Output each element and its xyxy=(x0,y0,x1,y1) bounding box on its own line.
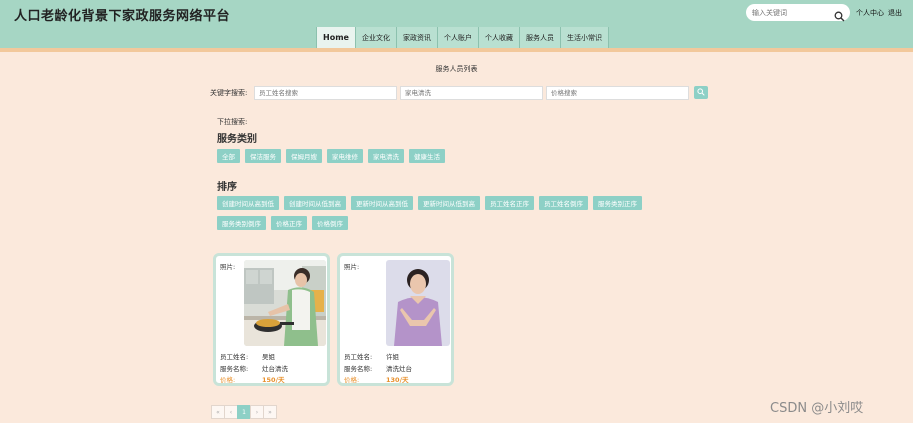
service-search-input[interactable] xyxy=(400,86,543,100)
category-healthy-living-button[interactable]: 健康生活 xyxy=(409,149,445,163)
sort-price-asc-button[interactable]: 价格正序 xyxy=(271,216,307,230)
sort-name-asc-button[interactable]: 员工姓名正序 xyxy=(485,196,534,210)
price-row: 价格: 150/天 xyxy=(220,374,284,384)
category-filter-group: 全部 保洁服务 保姆月嫂 家电维修 家电清洗 健康生活 xyxy=(217,149,477,163)
sort-updated-desc-button[interactable]: 更新时间从高到低 xyxy=(351,196,413,210)
photo-label: 照片: xyxy=(220,263,236,271)
nav-service-staff[interactable]: 服务人员 xyxy=(518,27,560,48)
category-cleaning-button[interactable]: 保洁服务 xyxy=(245,149,281,163)
nav-favorites[interactable]: 个人收藏 xyxy=(477,27,519,48)
header-search-box xyxy=(746,4,850,22)
search-icon[interactable] xyxy=(834,7,845,22)
service-name-value: 灶台清洗 xyxy=(262,365,288,373)
service-name-row: 服务名称: 清洗灶台 xyxy=(344,363,412,373)
sort-option-group: 创建时间从高到低 创建时间从低到高 更新时间从高到低 更新时间从低到高 员工姓名… xyxy=(217,196,677,230)
staff-name-value: 吴姐 xyxy=(262,353,275,361)
keyword-search-button[interactable] xyxy=(694,86,708,99)
pagination: « ‹ 1 › » xyxy=(211,405,277,419)
staff-name-row: 员工姓名: 许姐 xyxy=(344,351,399,361)
category-all-button[interactable]: 全部 xyxy=(217,149,240,163)
next-page-button[interactable]: › xyxy=(250,405,264,419)
staff-photo[interactable] xyxy=(386,260,450,346)
staff-name-label: 员工姓名: xyxy=(344,353,373,361)
page-title: 服务人员列表 xyxy=(435,65,478,73)
last-page-button[interactable]: » xyxy=(263,405,277,419)
photo-label: 照片: xyxy=(344,263,360,271)
sort-heading: 排序 xyxy=(217,182,237,193)
category-appliance-repair-button[interactable]: 家电维修 xyxy=(327,149,363,163)
service-name-row: 服务名称: 灶台清洗 xyxy=(220,363,288,373)
price-value: 130/天 xyxy=(386,376,409,384)
staff-name-value: 许姐 xyxy=(386,353,399,361)
price-value: 150/天 xyxy=(262,376,285,384)
sort-created-desc-button[interactable]: 创建时间从高到低 xyxy=(217,196,279,210)
nav-personal-account[interactable]: 个人账户 xyxy=(436,27,478,48)
staff-name-search-input[interactable] xyxy=(254,86,397,100)
price-row: 价格: 130/天 xyxy=(344,374,408,384)
main-nav: Home 企业文化 家政资讯 个人账户 个人收藏 服务人员 生活小常识 xyxy=(316,27,609,48)
header-bar: 人口老龄化背景下家政服务网络平台 个人中心 退出 Home 企业文化 家政资讯 … xyxy=(0,0,913,48)
sort-updated-asc-button[interactable]: 更新时间从低到高 xyxy=(418,196,480,210)
service-name-value: 清洗灶台 xyxy=(386,365,412,373)
sort-category-asc-button[interactable]: 服务类别正序 xyxy=(593,196,642,210)
category-nanny-button[interactable]: 保姆月嫂 xyxy=(286,149,322,163)
staff-name-label: 员工姓名: xyxy=(220,353,249,361)
price-search-input[interactable] xyxy=(546,86,689,100)
nav-home[interactable]: Home xyxy=(316,27,355,48)
current-page-button[interactable]: 1 xyxy=(237,405,251,419)
nav-housekeeping-news[interactable]: 家政资讯 xyxy=(395,27,437,48)
staff-card[interactable]: 照片: 员工姓名: 吴姐 服务名称: 灶台清洗 价格: 150/天 xyxy=(213,253,330,386)
header-divider-stripe xyxy=(0,48,913,52)
sort-created-asc-button[interactable]: 创建时间从低到高 xyxy=(284,196,346,210)
service-category-heading: 服务类别 xyxy=(217,134,257,145)
price-label: 价格: xyxy=(220,376,236,384)
nav-life-tips[interactable]: 生活小常识 xyxy=(559,27,609,48)
service-name-label: 服务名称: xyxy=(344,365,373,373)
sort-category-desc-button[interactable]: 服务类别倒序 xyxy=(217,216,266,230)
csdn-watermark: CSDN @小刘哎 xyxy=(770,401,864,416)
service-name-label: 服务名称: xyxy=(220,365,249,373)
keyword-search-label: 关键字搜索: xyxy=(210,89,248,97)
user-center-link[interactable]: 个人中心 xyxy=(856,8,884,18)
header-search-input[interactable] xyxy=(752,6,834,19)
price-label: 价格: xyxy=(344,376,360,384)
nav-company-culture[interactable]: 企业文化 xyxy=(354,27,396,48)
logout-link[interactable]: 退出 xyxy=(888,8,902,18)
staff-card[interactable]: 照片: 员工姓名: 许姐 服务名称: 清洗灶台 价格: 130/天 xyxy=(337,253,454,386)
sort-name-desc-button[interactable]: 员工姓名倒序 xyxy=(539,196,588,210)
dropdown-search-label: 下拉搜索: xyxy=(217,118,248,126)
first-page-button[interactable]: « xyxy=(211,405,225,419)
staff-name-row: 员工姓名: 吴姐 xyxy=(220,351,275,361)
site-title[interactable]: 人口老龄化背景下家政服务网络平台 xyxy=(14,5,230,24)
sort-price-desc-button[interactable]: 价格倒序 xyxy=(312,216,348,230)
search-icon xyxy=(697,88,705,96)
category-appliance-cleaning-button[interactable]: 家电清洗 xyxy=(368,149,404,163)
prev-page-button[interactable]: ‹ xyxy=(224,405,238,419)
staff-photo[interactable] xyxy=(244,260,326,346)
